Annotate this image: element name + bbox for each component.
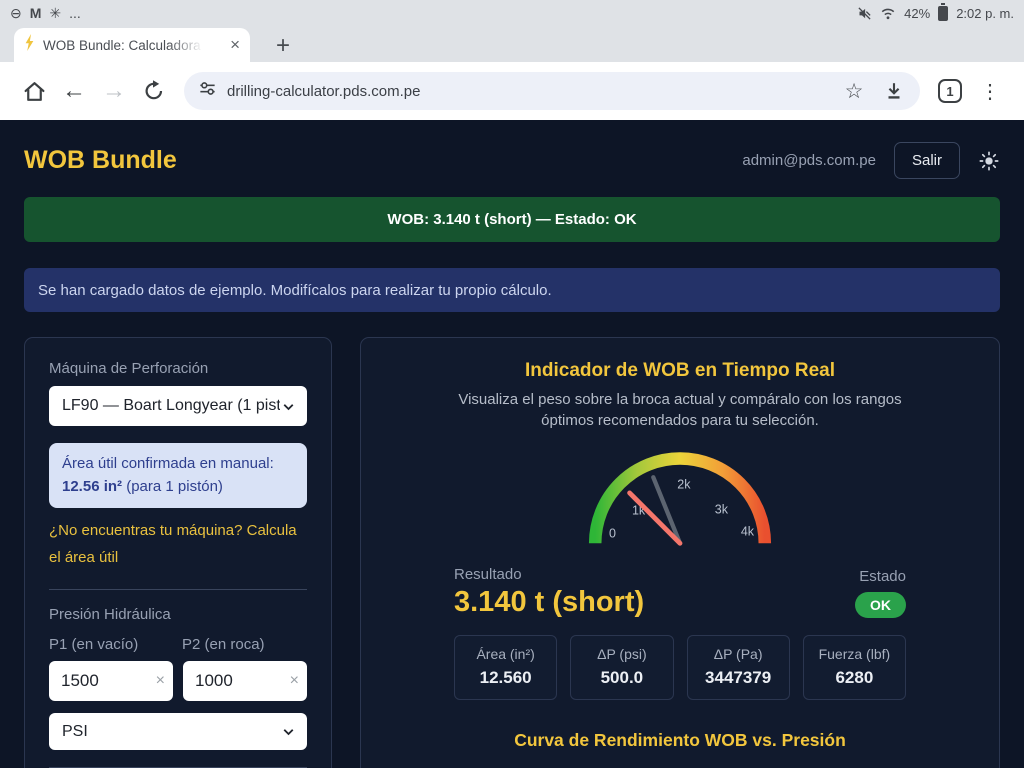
site-settings-icon[interactable] — [198, 79, 217, 103]
notification-burst-icon: ✳ — [49, 6, 61, 20]
stat-dp-pa: ΔP (Pa) 3447379 — [687, 635, 790, 700]
sample-data-banner: Se han cargado datos de ejemplo. Modifíc… — [24, 268, 1000, 312]
gauge-tick: 3k — [715, 502, 729, 516]
result-value: 3.140 t (short) — [454, 586, 644, 619]
area-value: 12.56 in² — [62, 478, 122, 495]
machine-select[interactable]: LF90 — Boart Longyear (1 pistó — [49, 386, 307, 426]
page-content: WOB Bundle admin@pds.com.pe Salir WOB: 3… — [0, 120, 1024, 768]
app-header: WOB Bundle admin@pds.com.pe Salir — [24, 120, 1000, 179]
tab-switcher-button[interactable]: 1 — [930, 71, 970, 111]
app-title: WOB Bundle — [24, 146, 177, 175]
mute-icon — [857, 6, 872, 21]
forward-icon: → — [94, 71, 134, 111]
status-label: Estado — [855, 568, 906, 585]
android-status-bar: ⊖ M ✳ ... 42% 2:02 p. m. — [0, 0, 1024, 26]
chevron-down-icon — [280, 398, 297, 415]
p1-clear-icon[interactable]: × — [156, 672, 165, 690]
home-icon[interactable] — [14, 71, 54, 111]
stat-dp-psi: ΔP (psi) 500.0 — [570, 635, 673, 700]
calculate-area-link[interactable]: ¿No encuentras tu máquina? Calcula el ár… — [49, 517, 307, 573]
chevron-down-icon — [280, 723, 297, 740]
favicon-bolt-icon — [24, 34, 35, 56]
p2-label: P2 (en roca) — [182, 636, 265, 653]
wifi-icon — [880, 6, 896, 20]
gauge-needle-primary — [653, 477, 680, 543]
machine-panel: Máquina de Perforación LF90 — Boart Long… — [24, 337, 332, 768]
wob-indicator-panel: Indicador de WOB en Tiempo Real Visualiz… — [360, 337, 1000, 768]
battery-icon — [938, 6, 948, 21]
theme-toggle-sun-icon[interactable] — [978, 150, 1000, 172]
machine-select-label: Máquina de Perforación — [49, 360, 307, 377]
tab-close-icon[interactable]: × — [230, 35, 240, 55]
p1-label: P1 (en vacío) — [49, 636, 182, 653]
download-icon[interactable] — [874, 71, 914, 111]
logout-button[interactable]: Salir — [894, 142, 960, 179]
gauge-tick: 2k — [677, 477, 691, 491]
gauge-needle-secondary — [630, 493, 680, 543]
do-not-disturb-icon: ⊖ — [10, 6, 22, 20]
browser-toolbar: ← → drilling-calculator.pds.com.pe ☆ 1 ⋮ — [0, 62, 1024, 120]
battery-percent: 42% — [904, 6, 930, 21]
divider — [49, 589, 307, 590]
result-label: Resultado — [454, 566, 644, 583]
p2-input[interactable] — [183, 661, 307, 701]
reload-icon[interactable] — [134, 71, 174, 111]
curve-section-title: Curva de Rendimiento WOB vs. Presión — [385, 730, 975, 751]
indicator-title: Indicador de WOB en Tiempo Real — [385, 360, 975, 382]
gauge-arc — [595, 458, 765, 543]
stats-row: Área (in²) 12.560 ΔP (psi) 500.0 ΔP (Pa)… — [454, 635, 906, 700]
user-email: admin@pds.com.pe — [742, 152, 876, 169]
new-tab-button[interactable]: + — [276, 34, 290, 58]
browser-menu-icon[interactable]: ⋮ — [970, 71, 1010, 111]
tab-strip: WOB Bundle: Calculadora Pr × + — [0, 26, 1024, 62]
tab-count: 1 — [938, 79, 962, 103]
pressure-section-label: Presión Hidráulica — [49, 606, 307, 623]
url-text[interactable]: drilling-calculator.pds.com.pe — [227, 83, 420, 100]
pressure-unit-select[interactable]: PSI — [49, 713, 307, 750]
tab-title: WOB Bundle: Calculadora Pr — [43, 38, 203, 53]
url-bar[interactable]: drilling-calculator.pds.com.pe ☆ — [184, 72, 920, 110]
stat-area: Área (in²) 12.560 — [454, 635, 557, 700]
p1-input[interactable] — [49, 661, 173, 701]
back-icon[interactable]: ← — [54, 71, 94, 111]
result-banner: WOB: 3.140 t (short) — Estado: OK — [24, 197, 1000, 242]
overflow-notifications: ... — [69, 6, 81, 20]
p2-clear-icon[interactable]: × — [290, 672, 299, 690]
gauge-tick: 4k — [741, 525, 755, 539]
wob-gauge: 0 1k 2k 3k 4k — [574, 444, 786, 552]
indicator-subtitle: Visualiza el peso sobre la broca actual … — [445, 389, 915, 431]
gmail-icon: M — [30, 6, 42, 20]
status-badge: OK — [855, 592, 906, 618]
gauge-tick: 0 — [609, 527, 616, 541]
area-info-note: Área útil confirmada en manual: 12.56 in… — [49, 443, 307, 508]
clock: 2:02 p. m. — [956, 6, 1014, 21]
browser-tab[interactable]: WOB Bundle: Calculadora Pr × — [14, 28, 250, 62]
stat-force: Fuerza (lbf) 6280 — [803, 635, 906, 700]
bookmark-star-icon[interactable]: ☆ — [834, 71, 874, 111]
